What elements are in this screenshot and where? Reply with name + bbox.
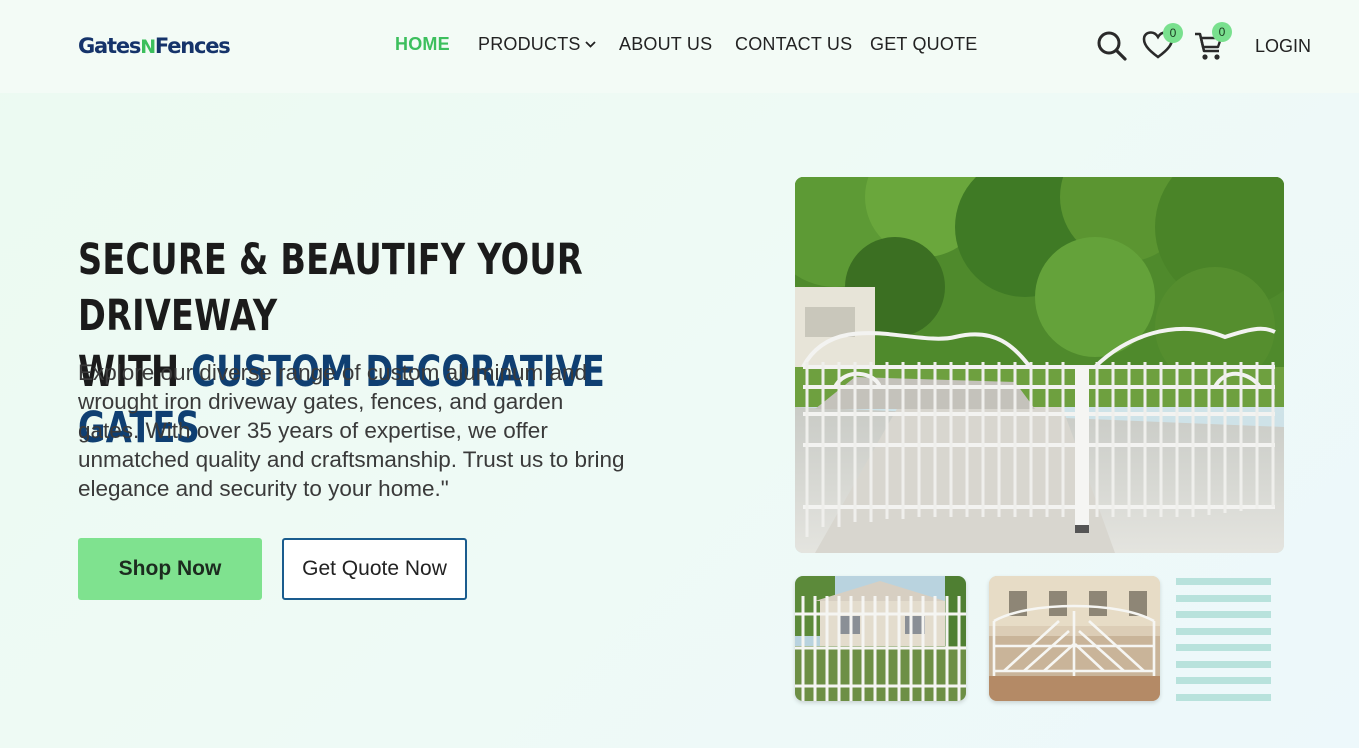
logo[interactable]: GatesNFences — [78, 34, 231, 58]
logo-text-n: N — [140, 36, 156, 58]
hero-description: Explore our diverse range of custom alum… — [78, 360, 625, 501]
login-link[interactable]: LOGIN — [1255, 36, 1311, 57]
nav-about-us[interactable]: ABOUT US — [619, 34, 712, 55]
thumbnail-1[interactable] — [795, 576, 966, 701]
nav-contact-us[interactable]: CONTACT US — [735, 34, 852, 55]
cart-button[interactable]: 0 — [1193, 22, 1232, 67]
gate-photo — [795, 177, 1284, 553]
search-icon — [1097, 31, 1127, 61]
nav-get-quote[interactable]: GET QUOTE — [870, 34, 977, 55]
main-gate-image[interactable] — [795, 177, 1284, 553]
thumbnail-photo-2 — [989, 576, 1160, 701]
cart-count-badge: 0 — [1212, 22, 1232, 42]
search-button[interactable] — [1096, 30, 1128, 67]
nav-products[interactable]: PRODUCTS — [478, 34, 596, 55]
thumbnail-2[interactable] — [989, 576, 1160, 701]
more-thumbnails-placeholder — [1176, 578, 1271, 702]
site-header: GatesNFences HOME PRODUCTS ABOUT US CONT… — [0, 0, 1359, 93]
nav-home[interactable]: HOME — [395, 34, 450, 55]
thumbnail-photo-1 — [795, 576, 966, 701]
wishlist-count-badge: 0 — [1163, 23, 1183, 43]
get-quote-now-button[interactable]: Get Quote Now — [282, 538, 467, 600]
chevron-down-icon — [584, 41, 596, 48]
nav-products-label: PRODUCTS — [478, 34, 581, 54]
shop-now-button[interactable]: Shop Now — [78, 538, 262, 600]
logo-text-fences: Fences — [154, 34, 231, 58]
logo-text-gates: Gates — [78, 34, 141, 58]
wishlist-button[interactable]: 0 — [1142, 23, 1183, 65]
hero-title-line1: SECURE & BEAUTIFY YOUR DRIVEWAY — [78, 235, 583, 341]
